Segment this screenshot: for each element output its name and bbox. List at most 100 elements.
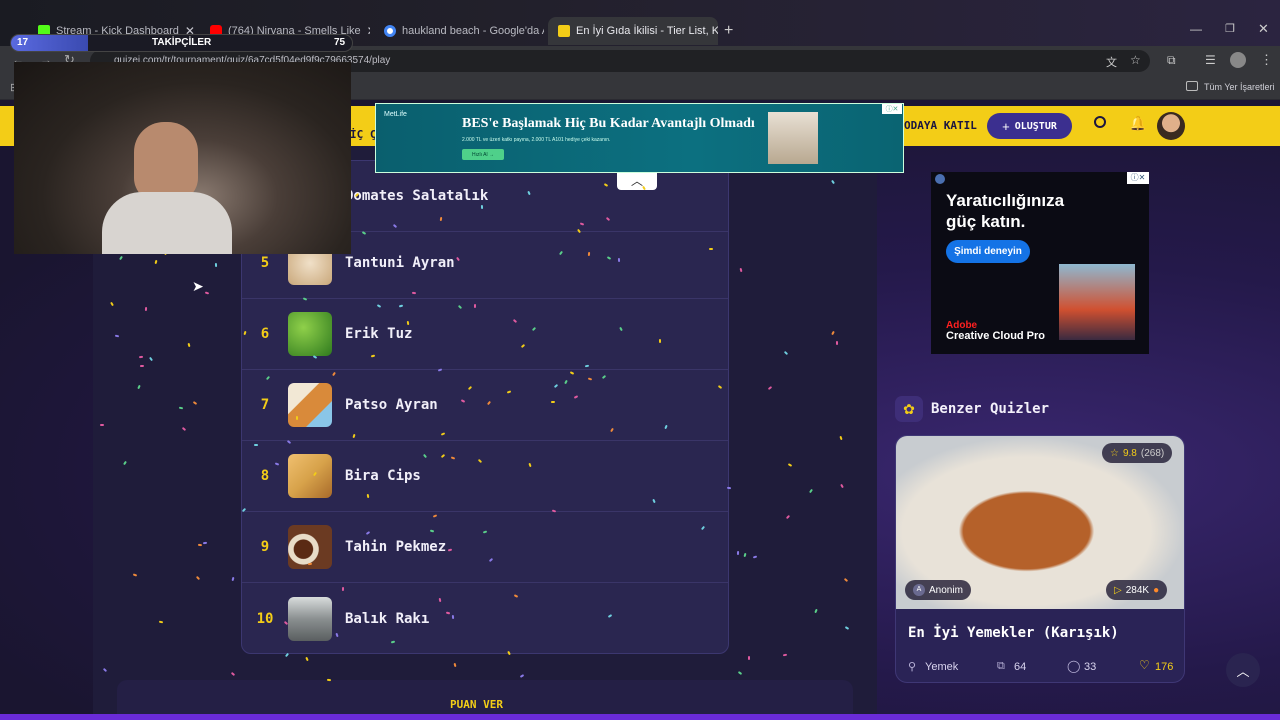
followers-current: 17 bbox=[17, 37, 29, 48]
tab-quizei-active[interactable]: En İyi Gıda İkilisi - Tier List, Kör ✕ bbox=[548, 17, 718, 45]
extensions-icon[interactable]: ⧉ bbox=[1167, 53, 1176, 68]
heart-icon[interactable]: ♡ bbox=[1139, 658, 1150, 672]
list-item: 7 Patso Ayran bbox=[242, 370, 728, 441]
items-icon: ⧉ bbox=[997, 660, 1005, 672]
tab-label: haukland beach - Google'da Ar bbox=[402, 25, 544, 37]
food-pair-name: Balık Rakı bbox=[345, 610, 430, 627]
food-thumbnail bbox=[288, 312, 332, 356]
profile-avatar[interactable] bbox=[1230, 52, 1246, 68]
tab-google[interactable]: haukland beach - Google'da Ar ✕ bbox=[374, 17, 544, 45]
list-item: 10 Balık Rakı bbox=[242, 583, 728, 654]
food-thumbnail bbox=[288, 454, 332, 498]
new-tab-icon[interactable]: + bbox=[724, 22, 733, 40]
quiz-category: Yemek bbox=[925, 661, 959, 673]
close-tab-icon[interactable]: ✕ bbox=[367, 24, 370, 38]
confetti-piece bbox=[438, 598, 442, 603]
list-item: 9 Tahin Pekmez bbox=[242, 512, 728, 583]
ad-badge-icon bbox=[935, 174, 945, 184]
rank-number: 10 bbox=[256, 610, 274, 627]
adobe-side-ad[interactable]: ⓘ✕ Yaratıcılığınıza güç katın. Şimdi den… bbox=[931, 172, 1149, 354]
bell-icon[interactable]: 🔔 bbox=[1129, 115, 1146, 132]
chevron-up-icon: ︿ bbox=[1236, 663, 1250, 679]
similar-quizzes-heading: Benzer Quizler bbox=[931, 401, 1050, 417]
close-window-icon[interactable]: ✕ bbox=[1258, 21, 1269, 37]
items-count: 64 bbox=[1014, 661, 1027, 673]
ad-headline: BES'e Başlamak Hiç Bu Kadar Avantajlı Ol… bbox=[462, 116, 755, 131]
google-favicon-icon bbox=[384, 25, 396, 37]
ad-photo bbox=[1059, 264, 1135, 340]
all-bookmarks-label[interactable]: Tüm Yer İşaretleri bbox=[1204, 82, 1275, 92]
taskbar-glow bbox=[0, 714, 1280, 720]
author-avatar: A bbox=[913, 584, 925, 596]
ad-cta-button[interactable]: Şimdi deneyin bbox=[946, 240, 1030, 263]
confetti-piece bbox=[366, 494, 370, 499]
likes-count: 176 bbox=[1155, 661, 1174, 673]
confetti-piece bbox=[659, 338, 662, 343]
food-thumbnail bbox=[288, 596, 332, 641]
folder-icon bbox=[1186, 81, 1198, 91]
confetti-piece bbox=[708, 248, 713, 251]
confetti-piece bbox=[736, 550, 740, 555]
metlife-banner-ad[interactable]: MetLife BES'e Başlamak Hiç Bu Kadar Avan… bbox=[375, 103, 904, 173]
confetti-piece bbox=[114, 334, 119, 338]
rank-number: 6 bbox=[260, 326, 270, 342]
header-nav-partial[interactable]: İÇ Ç bbox=[350, 128, 377, 141]
food-pair-name: Bira Cips bbox=[345, 468, 421, 484]
rating-count: (268) bbox=[1140, 447, 1165, 459]
user-avatar[interactable] bbox=[1157, 112, 1185, 140]
mouse-cursor-icon: ➤ bbox=[192, 278, 204, 294]
search-icon[interactable] bbox=[1094, 116, 1106, 128]
ad-photo bbox=[768, 112, 818, 164]
ad-brand-label: MetLife bbox=[384, 111, 407, 118]
ad-subtext: 2.000 TL ve üzeri katkı payına, 2.000 TL… bbox=[462, 137, 611, 143]
food-thumbnail bbox=[288, 383, 332, 427]
confetti-piece bbox=[139, 364, 144, 367]
food-pair-name: Domates Salatalık bbox=[345, 188, 489, 204]
menu-icon[interactable]: ⋮ bbox=[1260, 52, 1273, 68]
play-icon: ▷ bbox=[1114, 584, 1122, 596]
rate-button-label[interactable]: PUAN VER bbox=[450, 698, 503, 711]
comment-icon: ◯ bbox=[1067, 659, 1081, 673]
quizei-favicon-icon bbox=[558, 25, 570, 37]
ad-brand: Creative Cloud Pro bbox=[946, 330, 1046, 342]
food-pair-name: Tantuni Ayran bbox=[345, 255, 455, 271]
confetti-piece bbox=[187, 342, 191, 348]
rank-number: 9 bbox=[260, 539, 270, 555]
ad-cta-button[interactable]: Hızlı Al → bbox=[462, 149, 504, 160]
rank-number: 7 bbox=[260, 397, 270, 413]
ad-headline: Yaratıcılığınıza güç katın. bbox=[946, 191, 1065, 231]
create-button[interactable]: + OLUŞTUR bbox=[987, 113, 1072, 139]
followers-goal: 75 bbox=[334, 37, 346, 48]
minimize-icon[interactable]: — bbox=[1190, 22, 1202, 36]
ad-close-icon[interactable]: ⓘ✕ bbox=[882, 104, 902, 114]
confetti-piece bbox=[100, 423, 105, 426]
ad-close-icon[interactable]: ⓘ✕ bbox=[1127, 172, 1149, 184]
bookmark-star-icon[interactable]: ☆ bbox=[1130, 53, 1141, 67]
rating-value: 9.8 bbox=[1122, 447, 1137, 459]
webcam-overlay bbox=[14, 62, 351, 254]
translate-icon[interactable]: 文 bbox=[1106, 54, 1117, 70]
food-pair-name: Erik Tuz bbox=[345, 326, 413, 342]
category-icon: ⚲ bbox=[908, 661, 917, 673]
author-name: Anonim bbox=[929, 584, 963, 596]
scroll-to-top-button[interactable]: ︿ bbox=[1226, 653, 1260, 687]
streamer-shirt bbox=[102, 192, 232, 254]
quiz-card-title[interactable]: En İyi Yemekler (Karışık) bbox=[908, 625, 1119, 641]
food-pair-name: Patso Ayran bbox=[345, 397, 438, 413]
media-icon[interactable]: ☰ bbox=[1205, 53, 1216, 67]
comments-count: 33 bbox=[1084, 661, 1097, 673]
plus-icon: + bbox=[1002, 118, 1010, 134]
collapse-ad-button[interactable]: ︿ bbox=[617, 170, 657, 190]
confetti-piece bbox=[748, 655, 751, 660]
similar-quiz-card[interactable]: ☆ 9.8 (268) A Anonim ▷ 284K ● En İyi Yem… bbox=[895, 435, 1185, 683]
join-room-link[interactable]: ODAYA KATIL bbox=[904, 119, 977, 132]
tab-label: En İyi Gıda İkilisi - Tier List, Kör bbox=[576, 25, 718, 37]
restore-icon[interactable]: ❐ bbox=[1225, 22, 1235, 35]
rating-badge: ☆ 9.8 (268) bbox=[1102, 443, 1173, 463]
confetti-piece bbox=[550, 400, 556, 403]
rank-number: 8 bbox=[260, 468, 270, 484]
confetti-piece bbox=[254, 443, 259, 446]
confetti-piece bbox=[159, 620, 164, 623]
list-item: 6 Erik Tuz bbox=[242, 299, 728, 370]
follower-goal-bar: 17 TAKİPÇİLER 75 bbox=[10, 34, 353, 52]
